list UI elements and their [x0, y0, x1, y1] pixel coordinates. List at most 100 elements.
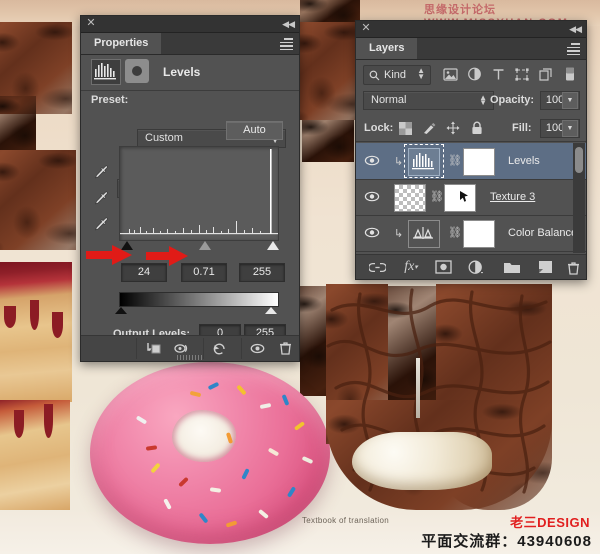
arrow-pointing-to-gamma-input: [146, 245, 190, 267]
chevron-updown-icon: ▲▼: [417, 66, 425, 81]
chocolate-block-right-upper: [300, 22, 356, 120]
delete-icon[interactable]: [277, 340, 294, 357]
watermark-top-cn: 思缘设计论坛: [424, 4, 496, 16]
fill-dropdown-arrow-icon[interactable]: ▼: [562, 120, 578, 137]
arrow-pointing-to-shadow-input: [86, 243, 134, 267]
black-point-eyedropper[interactable]: [93, 164, 110, 181]
add-mask-icon[interactable]: [434, 259, 452, 275]
filter-pixel-icon[interactable]: [440, 65, 460, 83]
lock-transparency-icon[interactable]: [396, 120, 414, 136]
chocolate-letter-top-left-lower: [0, 150, 76, 250]
filter-adjustment-icon[interactable]: [464, 65, 484, 83]
table-row[interactable]: ↳ ⛓ Levels: [356, 143, 586, 180]
link-mask-icon[interactable]: ⛓: [448, 226, 462, 242]
layers-panel[interactable]: ✕ ◀◀ Layers Kind ▲ ▼ Normal ▲ ▼ Opacity:…: [355, 20, 587, 280]
filter-toggle-icon[interactable]: [560, 65, 580, 83]
toggle-visibility-icon[interactable]: [364, 154, 380, 167]
watermark-bottom-group: 平面交流群：43940608: [421, 533, 592, 550]
cake-slice-letter: [0, 262, 72, 402]
watermark-bottom-caption: Textbook of translation: [302, 516, 389, 525]
filter-smartobject-icon[interactable]: [536, 65, 556, 83]
layer-name[interactable]: Texture 3: [490, 191, 535, 203]
tab-properties[interactable]: Properties: [81, 33, 162, 54]
white-point-eyedropper[interactable]: [93, 216, 110, 233]
lock-label: Lock:: [364, 122, 394, 134]
output-white-slider[interactable]: [265, 307, 277, 314]
mask-circle-icon: [125, 59, 149, 83]
gray-point-eyedropper[interactable]: [93, 190, 110, 207]
layer-mask-thumbnail[interactable]: [463, 220, 495, 248]
opacity-label: Opacity:: [490, 94, 535, 106]
panel-resize-grip[interactable]: [177, 355, 203, 360]
layer-name[interactable]: Color Balance: [508, 227, 577, 239]
opacity-dropdown-arrow-icon[interactable]: ▼: [562, 92, 578, 109]
levels-histogram[interactable]: [119, 146, 279, 241]
filter-shape-icon[interactable]: [512, 65, 532, 83]
watermark-bottom-design: 老三DESIGN: [510, 515, 590, 530]
layers-scrollbar-thumb[interactable]: [575, 147, 583, 173]
cake-slice-letter-lower: [0, 400, 70, 510]
layer-filter-kind-label: Kind: [384, 69, 407, 81]
panel-menu-icon[interactable]: [567, 43, 580, 55]
adjustment-title: Levels: [163, 65, 201, 79]
table-row[interactable]: ↳ ⛓ Color Balance: [356, 215, 586, 252]
blend-mode-select[interactable]: Normal ▲ ▼: [363, 91, 494, 110]
fill-label: Fill:: [512, 122, 532, 134]
new-layer-icon[interactable]: [536, 259, 554, 275]
link-mask-icon[interactable]: ⛓: [430, 190, 444, 206]
layer-filter-kind-select[interactable]: Kind ▲ ▼: [363, 65, 431, 85]
collapse-double-arrow-icon[interactable]: ◀◀: [282, 19, 295, 30]
chocolate-letter-u-highlight: [416, 358, 420, 418]
highlight-input-slider[interactable]: [267, 241, 279, 250]
gamma-input-slider[interactable]: [199, 241, 211, 250]
levels-histogram-icon: [91, 59, 121, 85]
new-group-icon[interactable]: [502, 259, 522, 275]
layers-lock-row: Lock: Fill: 100% ▼: [356, 117, 586, 142]
layer-style-fx-icon[interactable]: fx ▾: [400, 259, 422, 275]
lock-all-icon[interactable]: [468, 120, 486, 136]
search-icon: [369, 69, 380, 81]
lock-position-icon[interactable]: [444, 120, 462, 136]
chocolate-letter-top-left-stem: [0, 96, 36, 158]
layer-name[interactable]: Levels: [508, 155, 540, 167]
output-black-slider[interactable]: [115, 307, 127, 314]
screenshot-root: 思缘设计论坛 WWW.MISSYUAN.COM Textbook of tran…: [0, 0, 600, 554]
input-highlight-field[interactable]: 255: [239, 263, 285, 282]
new-adjustment-layer-icon[interactable]: [466, 259, 486, 275]
table-row[interactable]: ⛓ Texture 3: [356, 179, 586, 216]
close-icon[interactable]: ✕: [86, 18, 96, 29]
layer-thumbnail[interactable]: [408, 220, 440, 248]
delete-layer-icon[interactable]: [564, 259, 582, 275]
layer-mask-thumbnail[interactable]: [463, 148, 495, 176]
toggle-visibility-icon[interactable]: [249, 340, 266, 357]
toggle-visibility-icon[interactable]: [364, 190, 380, 203]
properties-titlebar: ✕ ◀◀: [81, 16, 299, 33]
toggle-visibility-icon[interactable]: [364, 226, 380, 239]
lock-image-icon[interactable]: [420, 120, 438, 136]
auto-button[interactable]: Auto: [226, 121, 283, 140]
chocolate-letter-u-coconut-filling: [352, 432, 492, 490]
layers-blend-row: Normal ▲ ▼ Opacity: 100% ▼: [356, 89, 586, 113]
layer-thumbnail[interactable]: [394, 184, 426, 212]
properties-footer: [81, 335, 299, 361]
tab-layers[interactable]: Layers: [356, 38, 418, 59]
chevron-updown-icon: ▲▼: [479, 93, 487, 107]
layers-scrollbar[interactable]: [573, 143, 585, 253]
filter-type-icon[interactable]: [488, 65, 508, 83]
reset-icon[interactable]: [211, 340, 228, 357]
output-levels-ramp: [119, 292, 279, 307]
chocolate-block-right-mid: [302, 120, 354, 162]
collapse-double-arrow-icon[interactable]: ◀◀: [569, 24, 582, 35]
clipping-mask-arrow-icon: ↳: [394, 156, 404, 168]
properties-adjustment-header: Levels: [81, 54, 299, 91]
link-mask-icon[interactable]: ⛓: [448, 154, 462, 170]
properties-panel[interactable]: ✕ ◀◀ Properties Levels Preset: Custom ▼ …: [80, 15, 300, 362]
clip-to-layer-icon[interactable]: [145, 340, 162, 357]
pink-donut-letter-o: [90, 362, 330, 544]
layers-titlebar: ✕ ◀◀: [356, 21, 586, 38]
chocolate-block-top-middle: [300, 0, 360, 24]
panel-menu-icon[interactable]: [280, 38, 293, 50]
close-icon[interactable]: ✕: [361, 23, 371, 34]
layers-tabrow: Layers: [356, 38, 586, 60]
link-layers-icon[interactable]: [368, 259, 386, 275]
